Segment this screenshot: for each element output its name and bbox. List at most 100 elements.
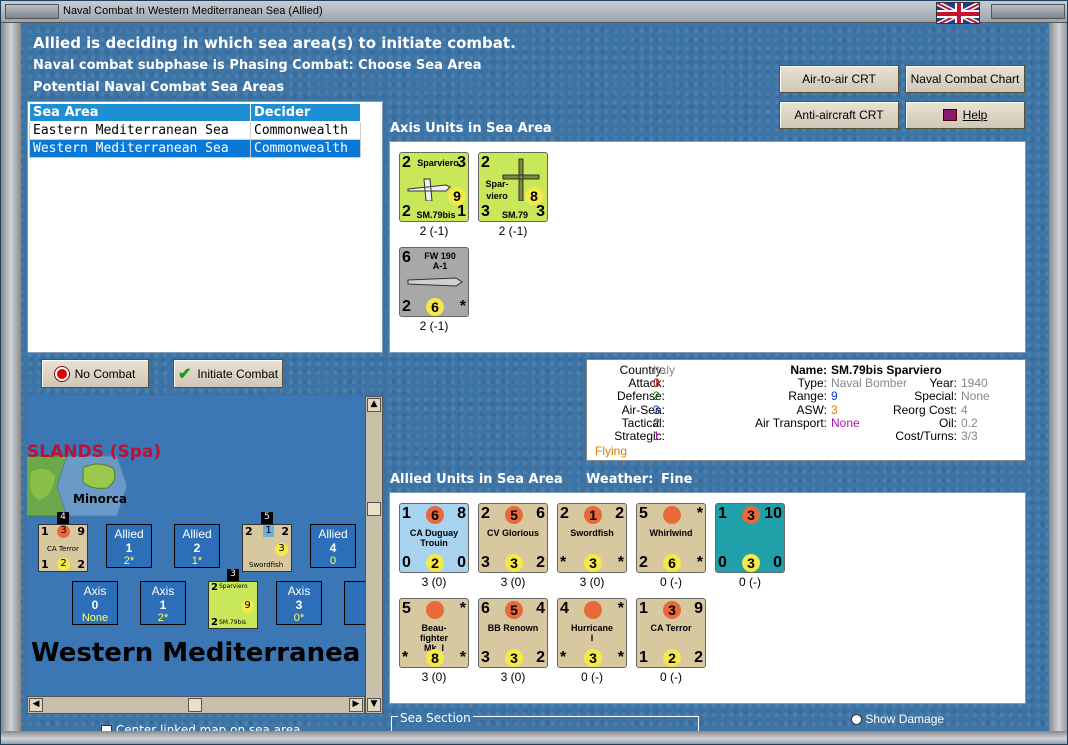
counter-caption: 3 (0) [421,575,447,589]
map-vertical-scrollbar[interactable]: ▲ ▼ [365,396,383,714]
map-badge: 4 [57,512,69,524]
scroll-right-icon[interactable]: ▶ [349,698,363,712]
counter-name: CA Terror [650,623,692,633]
counter-bottom-left: 3 [481,649,490,666]
anti-aircraft-crt-button[interactable]: Anti-aircraft CRT [779,101,899,129]
show-damage-option[interactable]: Show Damage [851,712,944,726]
counter-caption: 0 (-) [660,670,682,684]
col-decider[interactable]: Decider [250,103,361,122]
map-counter-label: SM.79bis [219,619,247,626]
counter-caption: 3 (0) [579,575,605,589]
counter-top-left: 4 [560,600,569,617]
no-combat-button[interactable]: No Combat [41,359,149,388]
counter-caption: 2 (-1) [419,224,449,238]
allied-counter[interactable]: 1 6 8 CA Duguay Trouin 0 2 0 [399,503,469,573]
frame-right [1049,23,1067,744]
map-box-side: Axis [83,584,107,598]
map-axis-box-1[interactable]: Axis 0 None [72,581,118,625]
axis-counter-fw190[interactable]: 6 FW 190 A-1 6 2 * [399,247,469,317]
map-box-sub: 2* [157,612,169,624]
map-counter-ca-terror[interactable]: 1 3 9 CA Terror 1 2 2 [38,524,88,572]
allied-counter[interactable]: 5 * Beau-fighter Mk. I * 8 * [399,598,469,668]
map-box-side: Allied [318,527,348,541]
sea-row-eastern[interactable]: Eastern Mediterranean Sea Commonwealth [29,121,361,140]
allied-counter[interactable]: 1 3 9 CA Terror 1 2 2 [636,598,706,668]
initiate-combat-button[interactable]: ✔ Initiate Combat [173,359,283,388]
scroll-thumb[interactable] [188,698,202,712]
map-box-side: Axis [287,584,311,598]
counter-bottom-left: * [402,649,409,666]
counter-bottom-left: * [560,554,567,571]
map-box-value: 4 [329,541,337,555]
naval-combat-chart-button[interactable]: Naval Combat Chart [905,65,1025,93]
map-box-side: Axis [151,584,175,598]
axis-counter-sm79[interactable]: 2 Spar- viero 8 3 SM.79 3 [478,152,548,222]
counter-caption: 2 (-1) [419,319,449,333]
counter-bottom-left: * [560,649,567,666]
scroll-up-icon[interactable]: ▲ [367,398,381,412]
checkmark-icon: ✔ [177,365,192,383]
map-box-value: 2 [193,541,201,555]
map-axis-box-3[interactable]: Axis 3 0* [276,581,322,625]
map-allied-box-1[interactable]: Allied 1 2* [106,524,152,568]
value-reorg: 4 [961,402,968,417]
counter-top-right: 2 [615,505,624,522]
col-sea-area[interactable]: Sea Area [29,103,251,122]
counter-top-right: * [617,600,624,617]
allied-units-heading: Allied Units in Sea Area [390,472,563,487]
allied-counter[interactable]: 5 * Whirlwind 2 6 * [636,503,706,573]
counter-bottom-mid: 6 [663,554,681,572]
help-button[interactable]: Help [905,101,1025,129]
counter-bottom-mid: 2 [426,554,444,572]
scroll-left-icon[interactable]: ◀ [29,698,43,712]
info-right-labels: Year: Special: Reorg Cost: Oil: Cost/Tur… [867,376,957,443]
counter-bottom-mid: 3 [505,649,523,667]
map-box-side: Allied [114,527,144,541]
counter-top-right: * [696,505,703,522]
map-horizontal-scrollbar[interactable]: ◀ ▶ [27,696,365,714]
counter-bottom-right: 1 [457,203,466,220]
map-box-side: Allied [182,527,212,541]
map-axis-box-2[interactable]: Axis 1 2* [140,581,186,625]
fighter-icon [407,277,463,287]
uk-flag-icon [936,2,980,24]
sea-row-decider: Commonwealth [250,139,361,158]
scroll-thumb[interactable] [367,502,381,516]
sea-area-map[interactable]: SLANDS (Spa) Minorca 1 3 9 CA Terror 1 2… [27,396,365,696]
counter-bottom-right: 2 [536,554,545,571]
counter-top-left: 1 [402,505,411,522]
window-controls[interactable] [991,4,1065,19]
allied-counter[interactable]: 4 * Hurricane I * 3 * [557,598,627,668]
counter-bottom-mid: 3 [584,554,602,572]
allied-counter[interactable]: 6 5 4 BB Renown 3 3 2 [478,598,548,668]
counter-bottom-mid: 3 [584,649,602,667]
anti-aircraft-label: Anti-aircraft CRT [794,108,884,122]
map-allied-box-3[interactable]: Allied 4 0 [310,524,356,568]
counter-name: Whirlwind [649,528,693,538]
axis-counter-sm79bis[interactable]: 2 Sparviero 3 9 2 SM.79bis 1 [399,152,469,222]
sea-row-western[interactable]: Western Mediterranean Sea Commonwealth [29,139,361,158]
book-icon [942,109,957,121]
counter-top-mid [426,601,444,619]
map-sea-name: Western Mediterranea [31,638,361,668]
scroll-down-icon[interactable]: ▼ [367,698,381,712]
show-damage-radio[interactable] [851,714,862,726]
allied-counter[interactable]: 2 1 2 Swordfish * 3 * [557,503,627,573]
map-axis-box-partial[interactable] [344,581,365,625]
map-allied-box-2[interactable]: Allied 2 1* [174,524,220,568]
allied-counter[interactable]: 2 5 6 CV Glorious 3 3 2 [478,503,548,573]
counter-bottom-right: * [459,298,466,315]
label-asw: ASW: [796,402,827,417]
system-menu-button[interactable] [5,4,59,19]
axis-units-heading: Axis Units in Sea Area [390,121,552,136]
allied-counter[interactable]: 1 3 10 0 3 0 [715,503,785,573]
map-box-value: 3 [295,598,303,612]
map-counter-swordfish[interactable]: 2 1 2 3 Swordfish [242,524,292,572]
counter-caption: 3 (0) [500,670,526,684]
air-to-air-crt-button[interactable]: Air-to-air CRT [779,65,899,93]
subphase-line: Naval combat subphase is Phasing Combat:… [33,58,482,73]
value-tactical: 2 [653,415,660,430]
value-special: None [961,389,990,404]
counter-top-left: 2 [481,505,490,522]
map-counter-sparviero[interactable]: 2 Sparviero 9 2 SM.79bis [208,581,258,629]
